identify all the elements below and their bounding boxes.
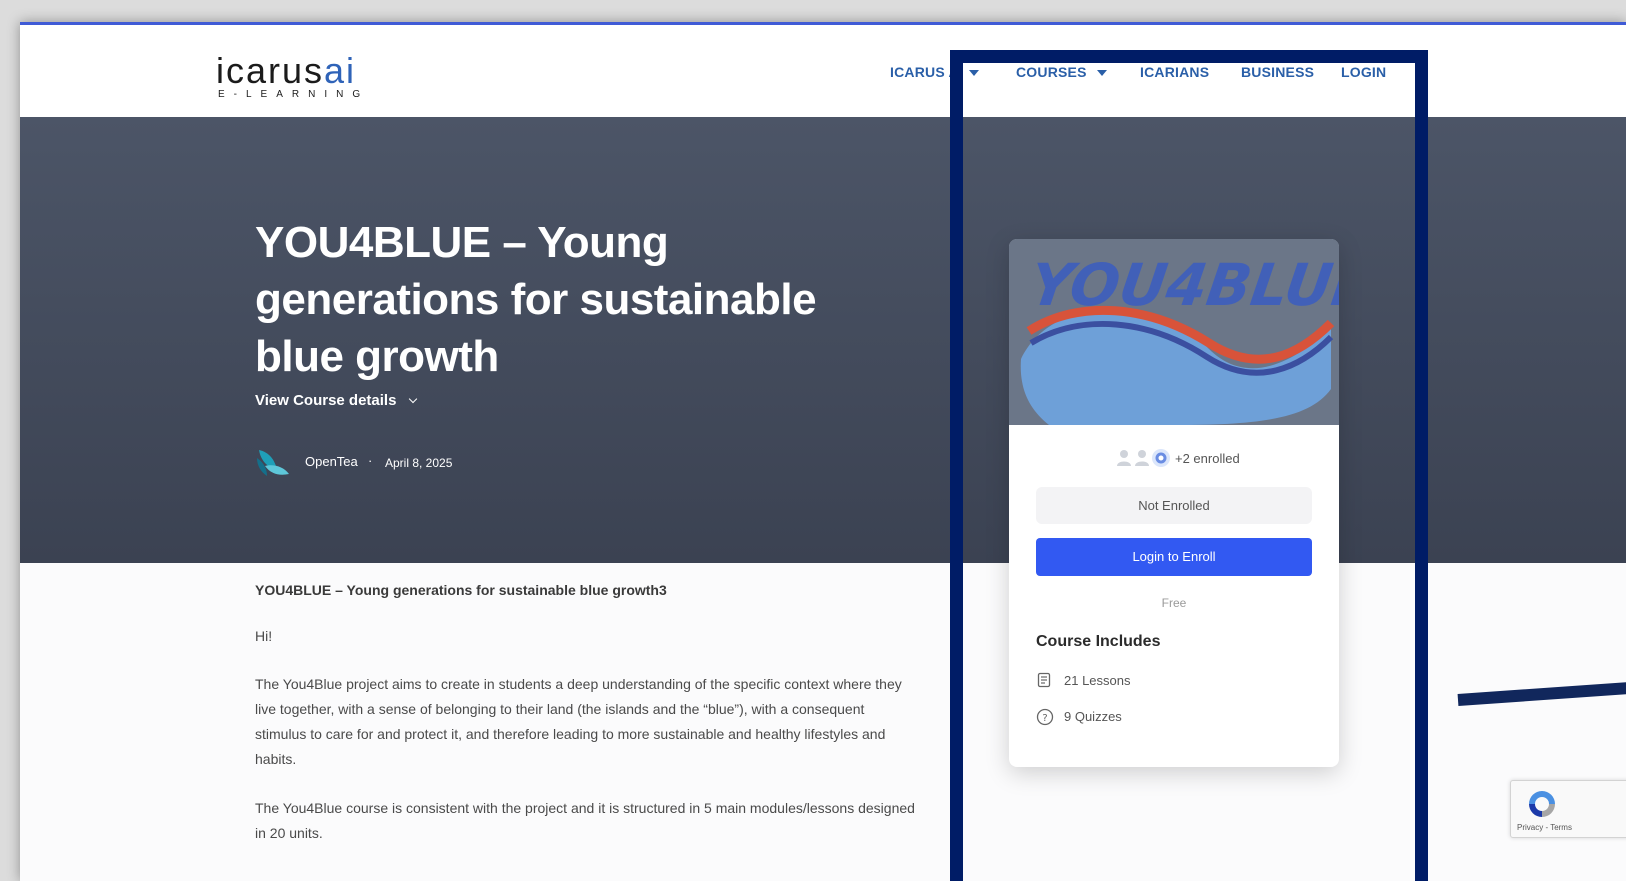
you4blue-logo-image: YOU4BLUE xyxy=(1009,239,1339,425)
browser-page: icarusai E-LEARNING ICARUS A COURSES ICA… xyxy=(20,22,1626,881)
course-enroll-card: YOU4BLUE +2 enrolled Not Enrolled Login … xyxy=(1009,239,1339,767)
quiz-question-icon: ? xyxy=(1036,708,1054,726)
nav-item-icarus[interactable]: ICARUS A xyxy=(890,64,979,80)
course-hero: YOU4BLUE – Young generations for sustain… xyxy=(20,117,1626,563)
nav-item-login[interactable]: LOGIN xyxy=(1341,64,1386,80)
enrollment-status-badge: Not Enrolled xyxy=(1036,487,1312,524)
description-paragraph: The You4Blue project aims to create in s… xyxy=(255,676,902,767)
nav-item-courses[interactable]: COURSES xyxy=(1016,64,1107,80)
enrolled-avatars-icon xyxy=(1117,449,1170,467)
login-to-enroll-button[interactable]: Login to Enroll xyxy=(1036,538,1312,576)
publish-date: April 8, 2025 xyxy=(385,456,453,470)
description-greeting: Hi! xyxy=(255,628,273,644)
nav-item-icarians[interactable]: ICARIANS xyxy=(1140,64,1209,80)
svg-text:YOU4BLUE: YOU4BLUE xyxy=(1026,251,1339,319)
logo-tagline: E-LEARNING xyxy=(218,89,370,100)
course-includes-heading: Course Includes xyxy=(1036,633,1161,650)
annotation-stroke xyxy=(1457,681,1626,706)
caret-down-icon xyxy=(1096,70,1107,77)
enrolled-summary: +2 enrolled xyxy=(1009,443,1339,473)
lessons-book-icon xyxy=(1037,672,1051,688)
chevron-down-icon xyxy=(409,394,418,404)
caret-down-icon xyxy=(968,70,979,77)
author-logo-icon xyxy=(257,450,289,476)
svg-text:?: ? xyxy=(1042,713,1047,724)
meta-separator: · xyxy=(368,453,373,468)
course-description: YOU4BLUE – Young generations for sustain… xyxy=(255,582,915,870)
course-thumbnail: YOU4BLUE xyxy=(1009,239,1339,425)
lessons-count: 21 Lessons xyxy=(1064,673,1131,688)
view-course-details-toggle[interactable]: View Course details xyxy=(255,392,418,409)
logo-wordmark: icarusai xyxy=(216,50,357,91)
enrolled-count: +2 enrolled xyxy=(1175,451,1240,466)
course-title: YOU4BLUE – Young generations for sustain… xyxy=(255,218,817,381)
nav-item-business[interactable]: BUSINESS xyxy=(1241,64,1314,80)
description-paragraph: The You4Blue course is consistent with t… xyxy=(255,800,915,841)
recaptcha-badge[interactable]: Privacy - Terms xyxy=(1510,780,1626,838)
recaptcha-icon xyxy=(1529,791,1555,817)
quizzes-count: 9 Quizzes xyxy=(1064,709,1122,724)
site-header: icarusai E-LEARNING ICARUS A COURSES ICA… xyxy=(20,25,1626,117)
site-logo[interactable]: icarusai E-LEARNING xyxy=(216,50,370,101)
author-name[interactable]: OpenTea xyxy=(305,454,358,469)
course-price: Free xyxy=(1161,596,1187,610)
description-heading: YOU4BLUE – Young generations for sustain… xyxy=(255,582,667,598)
recaptcha-links[interactable]: Privacy - Terms xyxy=(1517,823,1572,832)
